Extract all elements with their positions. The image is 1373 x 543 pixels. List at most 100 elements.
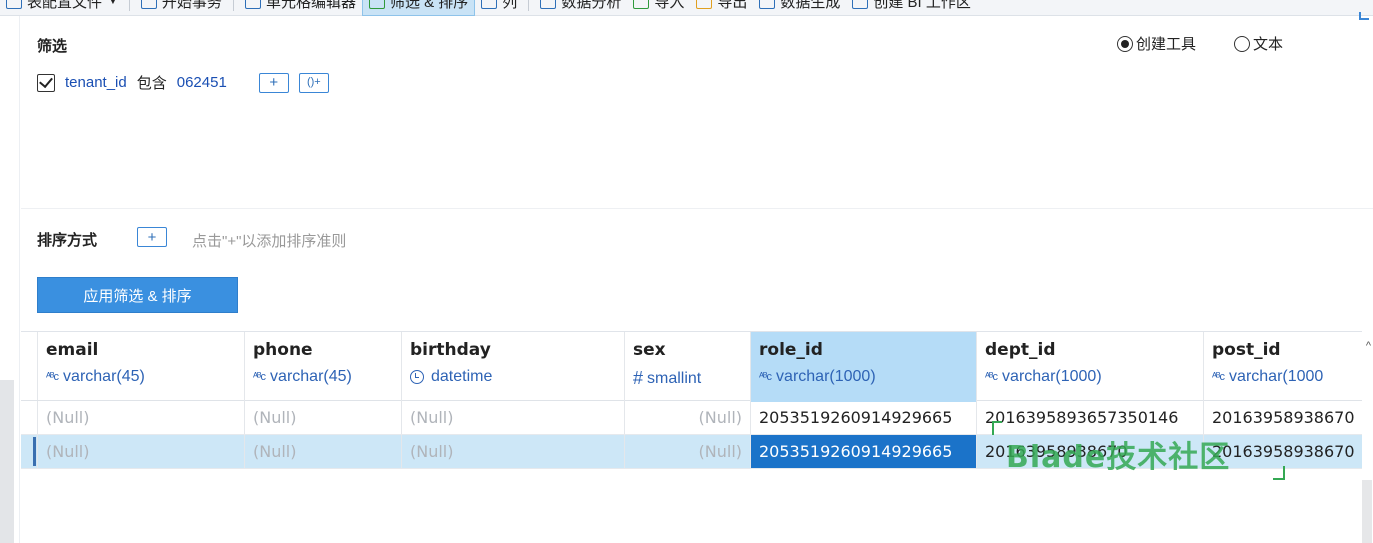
filter-sort-button[interactable]: 筛选 & 排序	[361, 0, 476, 16]
radio-checked-icon	[1117, 35, 1133, 52]
table-cell[interactable]: (Null)	[625, 435, 751, 468]
plus-icon: +	[269, 74, 279, 91]
export-button[interactable]: 导出	[690, 0, 753, 16]
column-name: email	[46, 340, 99, 360]
table-cell-active[interactable]: 2053519260914929665	[751, 435, 977, 468]
scroll-up-icon[interactable]: ^	[1366, 340, 1371, 352]
mode-builder-label: 创建工具	[1136, 36, 1197, 53]
filter-sort-label: 筛选 & 排序	[389, 0, 469, 11]
export-label: 导出	[717, 0, 748, 11]
column-name: role_id	[759, 340, 823, 360]
import-button[interactable]: 导入	[627, 0, 690, 16]
columns-icon	[481, 0, 498, 9]
number-type-icon: #	[633, 368, 643, 388]
bi-workspace-label: 创建 BI 工作区	[873, 0, 971, 11]
column-type: ᴬᴮc varchar(1000)	[985, 368, 1195, 386]
bi-workspace-button[interactable]: 创建 BI 工作区	[846, 0, 977, 16]
column-header-sex[interactable]: sex # smallint	[625, 332, 751, 402]
add-sort-button[interactable]: +	[137, 227, 167, 247]
watermark-bracket-icon	[1273, 466, 1285, 480]
transaction-icon	[140, 0, 157, 9]
data-analysis-icon	[540, 0, 557, 9]
sort-title: 排序方式	[37, 232, 98, 249]
table-cell[interactable]: (Null)	[402, 435, 625, 468]
data-analysis-label: 数据分析	[561, 0, 622, 11]
table-config-button[interactable]: 表配置文件 ▼	[0, 0, 124, 16]
column-name: birthday	[410, 340, 491, 360]
column-header-role-id[interactable]: role_id ᴬᴮc varchar(1000)	[751, 332, 977, 402]
column-header-birthday[interactable]: birthday datetime	[402, 332, 625, 402]
import-icon	[633, 0, 650, 9]
text-type-icon: ᴬᴮc	[1212, 371, 1225, 383]
column-header-email[interactable]: email ᴬᴮc varchar(45)	[38, 332, 245, 402]
column-name: sex	[633, 340, 666, 360]
chevron-down-icon: ▼	[108, 0, 118, 7]
column-type-label: smallint	[647, 369, 702, 387]
column-type: ᴬᴮc varchar(45)	[253, 368, 393, 386]
grid-header: email ᴬᴮc varchar(45) phone ᴬᴮc varchar(45…	[21, 331, 1362, 402]
import-label: 导入	[654, 0, 685, 11]
apply-filter-sort-button[interactable]: 应用筛选 & 排序	[37, 277, 238, 313]
begin-transaction-label: 开始事务	[161, 0, 222, 11]
mode-text-label: 文本	[1253, 36, 1284, 53]
toolbar-divider	[232, 0, 234, 11]
table-cell[interactable]: (Null)	[625, 401, 751, 434]
table-cell[interactable]: (Null)	[38, 401, 245, 434]
filter-value[interactable]: 062451	[177, 74, 227, 91]
text-type-icon: ᴬᴮc	[985, 371, 998, 383]
watermark-bracket-icon	[992, 421, 1002, 435]
row-header[interactable]	[21, 435, 38, 468]
bi-workspace-icon	[852, 0, 869, 9]
scrollbar-thumb[interactable]	[1362, 480, 1372, 543]
column-type: # smallint	[633, 368, 742, 389]
data-analysis-button[interactable]: 数据分析	[534, 0, 627, 16]
data-generation-button[interactable]: 数据生成	[753, 0, 846, 16]
table-cell[interactable]: 2053519260914929665	[751, 401, 977, 434]
column-header-post-id[interactable]: post_id ᴬᴮc varchar(1000	[1204, 332, 1362, 402]
filter-rule: tenant_id 包含 062451 + ()+	[37, 72, 339, 93]
table-row[interactable]: (Null) (Null) (Null) (Null) 205351926091…	[21, 401, 1362, 435]
left-scroll-strip	[0, 380, 14, 543]
toolbar: 表配置文件 ▼ 开始事务 单元格编辑器 筛选 & 排序 列 数据分析 导入 导出…	[0, 0, 1373, 16]
table-cell[interactable]: (Null)	[245, 435, 402, 468]
column-name: dept_id	[985, 340, 1056, 360]
filter-field[interactable]: tenant_id	[65, 74, 127, 91]
clock-icon	[410, 370, 424, 384]
table-config-label: 表配置文件	[27, 0, 103, 11]
export-icon	[696, 0, 713, 9]
column-header-dept-id[interactable]: dept_id ᴬᴮc varchar(1000)	[977, 332, 1204, 402]
column-type: datetime	[410, 368, 616, 386]
table-cell[interactable]: 2016395893657350146	[977, 401, 1204, 434]
table-cell[interactable]: (Null)	[245, 401, 402, 434]
table-cell[interactable]: 20163958938670	[1204, 401, 1362, 434]
column-type-label: varchar(1000)	[776, 368, 876, 385]
filter-rule-checkbox[interactable]	[37, 73, 55, 92]
column-type-label: varchar(1000	[1229, 368, 1324, 385]
column-type-label: varchar(1000)	[1002, 368, 1102, 385]
column-type-label: datetime	[431, 368, 493, 385]
watermark: Blade技术社区	[1006, 440, 1231, 475]
mode-text-radio[interactable]: 文本	[1234, 33, 1283, 54]
toolbar-divider	[528, 0, 530, 11]
sort-hint: 点击"+"以添加排序准则	[192, 233, 347, 250]
row-header[interactable]	[21, 401, 38, 434]
cell-editor-label: 单元格编辑器	[265, 0, 356, 11]
column-header-phone[interactable]: phone ᴬᴮc varchar(45)	[245, 332, 402, 402]
filter-operator[interactable]: 包含	[137, 72, 167, 93]
table-cell[interactable]: (Null)	[38, 435, 245, 468]
mode-builder-radio[interactable]: 创建工具	[1117, 33, 1196, 54]
panel-divider	[21, 208, 1373, 209]
add-condition-button[interactable]: +	[258, 72, 289, 93]
plus-icon: +	[147, 228, 157, 246]
begin-transaction-button[interactable]: 开始事务	[135, 0, 228, 16]
column-type-label: varchar(45)	[63, 368, 145, 385]
column-type: ᴬᴮc varchar(1000	[1212, 368, 1354, 386]
expand-corner-icon[interactable]	[1359, 12, 1369, 20]
column-type: ᴬᴮc varchar(45)	[46, 368, 236, 386]
table-cell[interactable]: (Null)	[402, 401, 625, 434]
column-name: post_id	[1212, 340, 1281, 360]
cell-editor-button[interactable]: 单元格编辑器	[239, 0, 362, 16]
column-type-label: varchar(45)	[270, 368, 352, 385]
add-group-button[interactable]: ()+	[298, 72, 329, 93]
columns-button[interactable]: 列	[475, 0, 523, 16]
